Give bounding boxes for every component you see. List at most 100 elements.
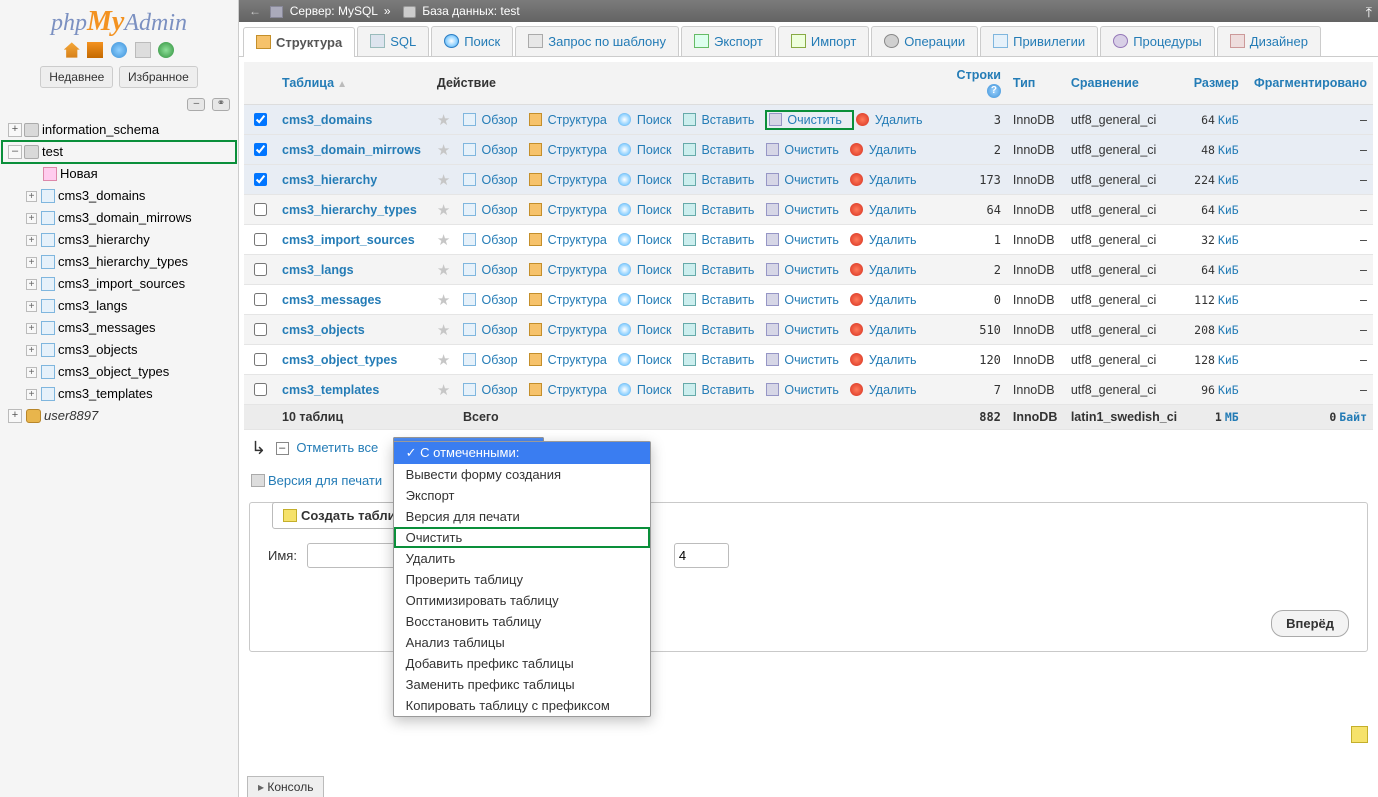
row-checkbox[interactable] xyxy=(254,113,267,126)
reload-icon[interactable] xyxy=(158,42,174,58)
table-name-link[interactable]: cms3_objects xyxy=(282,323,365,337)
col-rows[interactable]: Строки xyxy=(957,68,1001,82)
collapse-icon[interactable]: – xyxy=(8,145,22,159)
favorite-icon[interactable]: ★ xyxy=(437,142,450,159)
table-name-link[interactable]: cms3_messages xyxy=(282,293,381,307)
size-unit[interactable]: КиБ xyxy=(1218,113,1239,127)
search-link[interactable]: Поиск xyxy=(637,353,672,367)
size-unit[interactable]: КиБ xyxy=(1218,233,1239,247)
tree-item-label[interactable]: cms3_object_types xyxy=(58,364,169,379)
tab-структура[interactable]: Структура xyxy=(243,27,355,57)
menu-item[interactable]: Анализ таблицы xyxy=(394,632,650,653)
menu-item[interactable]: Копировать таблицу с префиксом xyxy=(394,695,650,716)
structure-link[interactable]: Структура xyxy=(548,383,607,397)
table-name-link[interactable]: cms3_hierarchy_types xyxy=(282,203,417,217)
expand-icon[interactable]: + xyxy=(26,323,37,334)
size-unit[interactable]: МБ xyxy=(1225,410,1239,424)
browse-link[interactable]: Обзор xyxy=(481,353,517,367)
browse-link[interactable]: Обзор xyxy=(481,323,517,337)
size-unit[interactable]: КиБ xyxy=(1218,263,1239,277)
favorite-icon[interactable]: ★ xyxy=(437,112,450,129)
tab-экспорт[interactable]: Экспорт xyxy=(681,26,776,56)
tree-db-label[interactable]: information_schema xyxy=(42,122,159,137)
expand-icon[interactable]: + xyxy=(8,123,22,137)
collapse-all-icon[interactable]: – xyxy=(187,98,205,111)
browse-link[interactable]: Обзор xyxy=(481,233,517,247)
browse-link[interactable]: Обзор xyxy=(481,113,517,127)
table-name-link[interactable]: cms3_hierarchy xyxy=(282,173,377,187)
tree-table[interactable]: +cms3_domains xyxy=(2,185,236,207)
expand-icon[interactable]: + xyxy=(26,301,37,312)
nav-favorite[interactable]: Избранное xyxy=(119,66,198,88)
drop-link[interactable]: Удалить xyxy=(869,203,917,217)
favorite-icon[interactable]: ★ xyxy=(437,232,450,249)
menu-item[interactable]: Версия для печати xyxy=(394,506,650,527)
menu-item[interactable]: Оптимизировать таблицу xyxy=(394,590,650,611)
size-unit[interactable]: КиБ xyxy=(1218,143,1239,157)
tree-item-label[interactable]: cms3_hierarchy xyxy=(58,232,150,247)
structure-link[interactable]: Структура xyxy=(548,173,607,187)
browse-link[interactable]: Обзор xyxy=(481,143,517,157)
tab-дизайнер[interactable]: Дизайнер xyxy=(1217,26,1321,56)
tab-операции[interactable]: Операции xyxy=(871,26,978,56)
nav-recent[interactable]: Недавнее xyxy=(40,66,113,88)
structure-link[interactable]: Структура xyxy=(548,263,607,277)
size-unit[interactable]: КиБ xyxy=(1218,353,1239,367)
tree-db[interactable]: –test xyxy=(2,141,236,163)
insert-link[interactable]: Вставить xyxy=(701,143,754,157)
search-link[interactable]: Поиск xyxy=(637,263,672,277)
expand-icon[interactable]: + xyxy=(26,279,37,290)
server-link[interactable]: MySQL xyxy=(338,4,378,18)
logo[interactable]: phpMyAdmin xyxy=(0,0,238,38)
bookmark-icon[interactable] xyxy=(1351,726,1368,743)
expand-icon[interactable]: + xyxy=(26,367,37,378)
drop-link[interactable]: Удалить xyxy=(869,323,917,337)
insert-link[interactable]: Вставить xyxy=(701,383,754,397)
empty-link[interactable]: Очистить xyxy=(784,293,838,307)
menu-item[interactable]: Очистить xyxy=(394,527,650,548)
empty-link[interactable]: Очистить xyxy=(787,113,841,127)
favorite-icon[interactable]: ★ xyxy=(437,322,450,339)
empty-link[interactable]: Очистить xyxy=(784,323,838,337)
row-checkbox[interactable] xyxy=(254,353,267,366)
search-link[interactable]: Поиск xyxy=(637,293,672,307)
favorite-icon[interactable]: ★ xyxy=(437,172,450,189)
tree-item-label[interactable]: cms3_domain_mirrows xyxy=(58,210,192,225)
tab-sql[interactable]: SQL xyxy=(357,26,429,56)
nav-collapse-icon[interactable]: ← xyxy=(249,4,261,18)
tree-table[interactable]: +cms3_objects xyxy=(2,339,236,361)
col-overhead[interactable]: Фрагментировано xyxy=(1254,76,1367,90)
empty-link[interactable]: Очистить xyxy=(784,143,838,157)
tree-table[interactable]: +cms3_templates xyxy=(2,383,236,405)
insert-link[interactable]: Вставить xyxy=(701,233,754,247)
empty-link[interactable]: Очистить xyxy=(784,353,838,367)
tree-new-table[interactable]: Новая xyxy=(2,163,236,185)
menu-item[interactable]: Проверить таблицу xyxy=(394,569,650,590)
tab-импорт[interactable]: Импорт xyxy=(778,26,869,56)
insert-link[interactable]: Вставить xyxy=(701,293,754,307)
check-all-link[interactable]: Отметить все xyxy=(296,440,378,455)
drop-link[interactable]: Удалить xyxy=(869,173,917,187)
browse-link[interactable]: Обзор xyxy=(481,293,517,307)
go-button[interactable]: Вперёд xyxy=(1271,610,1349,637)
tree-item-label[interactable]: cms3_import_sources xyxy=(58,276,185,291)
menu-item[interactable]: Заменить префикс таблицы xyxy=(394,674,650,695)
expand-icon[interactable]: + xyxy=(26,345,37,356)
tab-поиск[interactable]: Поиск xyxy=(431,26,513,56)
table-name-link[interactable]: cms3_langs xyxy=(282,263,354,277)
tree-db[interactable]: + information_schema xyxy=(2,119,236,141)
size-unit[interactable]: КиБ xyxy=(1218,293,1239,307)
browse-link[interactable]: Обзор xyxy=(481,263,517,277)
print-view-link[interactable]: Версия для печати xyxy=(268,473,382,488)
row-checkbox[interactable] xyxy=(254,143,267,156)
search-link[interactable]: Поиск xyxy=(637,173,672,187)
home-icon[interactable] xyxy=(64,42,80,58)
favorite-icon[interactable]: ★ xyxy=(437,292,450,309)
help-icon[interactable]: ? xyxy=(987,84,1001,98)
favorite-icon[interactable]: ★ xyxy=(437,382,450,399)
page-settings-icon[interactable]: ⤒ xyxy=(1366,3,1372,21)
tab-привилегии[interactable]: Привилегии xyxy=(980,26,1098,56)
size-unit[interactable]: КиБ xyxy=(1218,383,1239,397)
empty-link[interactable]: Очистить xyxy=(784,263,838,277)
expand-icon[interactable]: + xyxy=(26,213,37,224)
